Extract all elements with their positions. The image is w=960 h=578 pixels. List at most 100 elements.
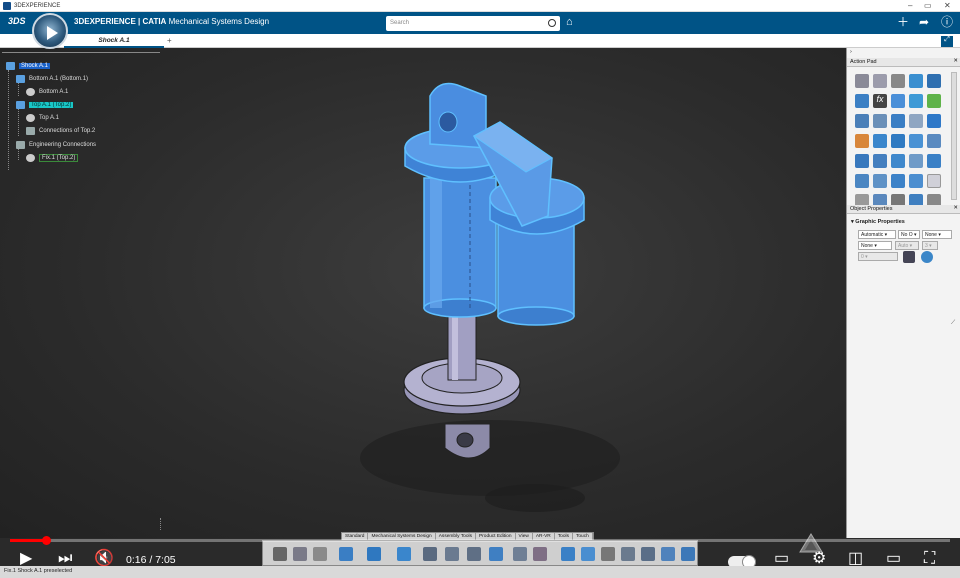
linetype-dropdown[interactable]: None ▾ <box>922 230 952 239</box>
action-button-icon[interactable] <box>927 94 941 108</box>
material-icon[interactable] <box>921 251 933 263</box>
tree-node-root[interactable]: Shock A.1 <box>6 60 51 71</box>
tag-icon[interactable]: ⌂ <box>566 16 573 28</box>
play-icon <box>47 26 58 40</box>
tree-connector <box>18 82 19 96</box>
tree-node-label: Top A.1 (Top.2) <box>29 101 74 108</box>
graphic-properties-section[interactable]: ▾ Graphic Properties <box>851 219 905 225</box>
tree-node-label: Engineering Connections <box>29 141 97 148</box>
video-progress-bar[interactable] <box>10 536 950 545</box>
search-icon[interactable] <box>548 19 556 27</box>
action-button-icon[interactable] <box>891 134 905 148</box>
action-button-icon[interactable] <box>927 154 941 168</box>
fix-icon <box>26 153 35 162</box>
action-button-icon[interactable] <box>855 94 869 108</box>
action-button-icon[interactable] <box>873 114 887 128</box>
tree-node-connections[interactable]: Connections of Top.2 <box>26 125 95 136</box>
status-bar: Fix.1 Shock A.1 preselected <box>0 566 960 578</box>
help-icon[interactable]: ⓘ <box>941 15 953 29</box>
point-dropdown[interactable]: 3 ▾ <box>922 241 938 250</box>
panel-resize-icon[interactable]: ⟋ <box>951 320 955 327</box>
tree-node-label: Bottom A.1 (Bottom.1) <box>29 75 89 82</box>
color-dropdown[interactable]: Automatic ▾ <box>858 230 896 239</box>
action-pad-close-icon[interactable]: ✕ <box>953 58 958 64</box>
formula-icon[interactable]: fx <box>873 94 887 108</box>
window-titlebar: 3DEXPERIENCE – ▭ ✕ <box>0 0 960 12</box>
brand-app: CATIA <box>142 17 167 26</box>
action-pad-grid: fx <box>853 72 947 212</box>
action-button-icon[interactable] <box>855 174 869 188</box>
action-button-icon[interactable] <box>855 154 869 168</box>
transparency-dropdown[interactable]: No O ▾ <box>898 230 920 239</box>
action-button-icon[interactable] <box>927 174 941 188</box>
tree-node-fix[interactable]: Fix.1 (Top.2) <box>26 152 79 163</box>
window-title: 3DEXPERIENCE <box>14 2 61 9</box>
expand-icon[interactable]: ⤢ <box>941 36 953 47</box>
part-icon <box>26 113 35 122</box>
tree-node-top-ref[interactable]: Top A.1 <box>26 112 59 123</box>
share-icon[interactable]: ➦ <box>919 15 929 29</box>
video-time: 0:16 / 7:05 <box>126 554 176 566</box>
add-icon[interactable]: ＋ <box>897 15 909 29</box>
tab-shock[interactable]: Shock A.1 <box>64 34 164 48</box>
tree-node-engineering-connections[interactable]: Engineering Connections <box>16 139 96 150</box>
object-properties-close-icon[interactable]: ✕ <box>953 205 958 211</box>
line-dropdown[interactable]: None ▾ <box>858 241 892 250</box>
compass-icon[interactable] <box>32 13 68 49</box>
action-button-icon[interactable] <box>855 114 869 128</box>
action-button-icon[interactable] <box>873 74 887 88</box>
tree-node-label: Shock A.1 <box>19 62 51 69</box>
minimize-icon[interactable]: – <box>908 1 912 10</box>
object-properties-title: Object Properties <box>850 206 893 212</box>
action-button-icon[interactable] <box>891 114 905 128</box>
tree-node-top-instance[interactable]: Top A.1 (Top.2) <box>16 99 74 110</box>
action-button-icon[interactable] <box>855 134 869 148</box>
tree-scroll-marker <box>160 518 161 530</box>
action-button-icon[interactable] <box>873 174 887 188</box>
action-button-icon[interactable] <box>909 94 923 108</box>
action-button-icon[interactable] <box>909 114 923 128</box>
tree-connector <box>18 108 19 136</box>
search-input[interactable]: Search <box>386 16 560 31</box>
action-button-icon[interactable] <box>891 154 905 168</box>
action-button-icon[interactable] <box>873 154 887 168</box>
tree-node-bottom-instance[interactable]: Bottom A.1 (Bottom.1) <box>16 73 88 84</box>
ds-logo-icon: 3DS <box>8 16 26 26</box>
action-button-icon[interactable] <box>909 134 923 148</box>
action-button-icon[interactable] <box>891 174 905 188</box>
tree-node-bottom-ref[interactable]: Bottom A.1 <box>26 86 68 97</box>
action-button-icon[interactable] <box>909 74 923 88</box>
action-button-icon[interactable] <box>927 114 941 128</box>
panel-expand-icon[interactable]: › <box>850 49 852 55</box>
tree-node-label: Fix.1 (Top.2) <box>39 153 79 162</box>
panel-toggle[interactable]: › <box>847 48 960 56</box>
video-scrubber[interactable] <box>41 536 51 545</box>
action-button-icon[interactable] <box>909 154 923 168</box>
product-icon <box>16 100 25 109</box>
action-button-icon[interactable] <box>891 74 905 88</box>
product-icon <box>16 74 25 83</box>
maximize-icon[interactable]: ▭ <box>924 1 932 10</box>
painter-icon[interactable] <box>903 251 915 263</box>
tree-header <box>2 52 160 58</box>
action-button-icon[interactable] <box>855 74 869 88</box>
right-panel: › Action Pad ✕ fx Object Properties ✕ ▾ … <box>846 48 960 538</box>
thickness-dropdown[interactable]: Auto ▾ <box>895 241 919 250</box>
action-button-icon[interactable] <box>927 74 941 88</box>
search-placeholder: Search <box>390 20 410 26</box>
specification-tree: Shock A.1 Bottom A.1 (Bottom.1) Bottom A… <box>0 50 162 532</box>
action-button-icon[interactable] <box>927 134 941 148</box>
action-pad-header: Action Pad ✕ <box>847 58 960 67</box>
action-button-icon[interactable] <box>873 134 887 148</box>
object-properties-header: Object Properties ✕ <box>847 205 960 214</box>
tree-connector <box>8 70 9 170</box>
action-pad-scrollbar[interactable] <box>951 72 957 200</box>
new-tab-icon[interactable]: + <box>167 36 172 45</box>
layer-dropdown[interactable]: 0 ▾ <box>858 252 898 261</box>
part-icon <box>26 87 35 96</box>
engineering-connections-icon <box>16 140 25 149</box>
close-icon[interactable]: ✕ <box>944 1 951 10</box>
action-button-icon[interactable] <box>891 94 905 108</box>
action-button-icon[interactable] <box>909 174 923 188</box>
video-progress-fill <box>10 539 46 542</box>
